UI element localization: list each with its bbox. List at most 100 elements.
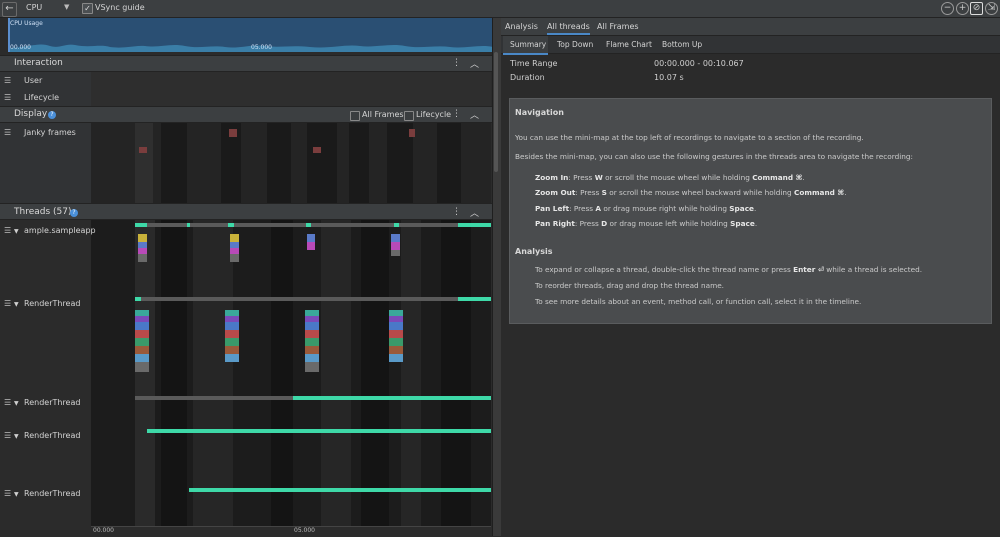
- janky-frames-graph: [91, 123, 491, 203]
- hint-text: .: [753, 204, 757, 213]
- minimap-label: CPU Usage: [10, 20, 43, 27]
- threads-graph: [91, 220, 491, 526]
- drag-handle-icon[interactable]: ☰: [4, 299, 11, 308]
- track-label: Janky frames: [24, 128, 76, 137]
- hint-key: Space: [729, 204, 754, 213]
- display-title: Display: [14, 109, 48, 119]
- threads-track[interactable]: [91, 220, 491, 526]
- expand-thread-icon[interactable]: ▼: [14, 400, 19, 407]
- duration-label: Duration: [510, 73, 545, 82]
- info-icon[interactable]: ?: [70, 209, 78, 217]
- hint-label: Zoom In: [535, 173, 569, 182]
- hint-label: Pan Left: [535, 204, 570, 213]
- expand-thread-icon[interactable]: ▼: [14, 433, 19, 440]
- pan-right-hint: Pan Right: Press D or drag mouse left wh…: [535, 219, 757, 228]
- all-frames-label: All Frames: [362, 110, 404, 119]
- subtab-flame-chart[interactable]: Flame Chart: [606, 40, 652, 49]
- hint-label: Pan Right: [535, 219, 575, 228]
- collapse-icon[interactable]: ︿: [470, 108, 479, 121]
- lifecycle-label: Lifecycle: [416, 110, 452, 119]
- zoom-out-hint: Zoom Out: Press S or scroll the mouse wh…: [535, 188, 847, 197]
- profiler-select[interactable]: CPU: [26, 3, 42, 12]
- interaction-title: Interaction: [14, 58, 63, 68]
- threads-title: Threads (57): [14, 207, 72, 217]
- collapse-icon[interactable]: ︿: [470, 57, 479, 70]
- subtab-top-down[interactable]: Top Down: [557, 40, 593, 49]
- hint-key: W: [594, 173, 603, 182]
- hint-text: or drag mouse left while holding: [607, 219, 731, 228]
- hint-key: Enter ⏎: [793, 265, 824, 274]
- chevron-down-icon[interactable]: ▼: [64, 3, 69, 11]
- expand-thread-icon[interactable]: ▼: [14, 228, 19, 235]
- lifecycle-checkbox[interactable]: [404, 111, 414, 121]
- more-options-icon[interactable]: ⋮: [452, 207, 461, 217]
- scrollbar-thumb[interactable]: [494, 52, 498, 172]
- interaction-header[interactable]: [0, 55, 492, 72]
- thread-label: ample.sampleapp: [24, 226, 96, 235]
- thread-label: RenderThread: [24, 299, 81, 308]
- minimap-tick: 05.000: [251, 44, 272, 51]
- time-range-label: Time Range: [510, 59, 558, 68]
- janky-frames-track[interactable]: [91, 123, 491, 203]
- interaction-track[interactable]: [91, 72, 491, 106]
- hint-text: .: [844, 188, 847, 197]
- help-text: Besides the mini-map, you can also use t…: [515, 152, 913, 161]
- hint-key: Command ⌘: [752, 173, 803, 182]
- thread-label: RenderThread: [24, 398, 81, 407]
- drag-handle-icon[interactable]: ☰: [4, 226, 11, 235]
- back-button[interactable]: ←: [2, 2, 17, 17]
- zoom-in-icon[interactable]: +: [956, 2, 969, 15]
- profiler-toolbar: [0, 0, 1000, 18]
- hint-text: or scroll the mouse wheel backward while…: [606, 188, 794, 197]
- drag-handle-icon[interactable]: ☰: [4, 398, 11, 407]
- drag-handle-icon[interactable]: ☰: [4, 128, 11, 137]
- thread-label: RenderThread: [24, 489, 81, 498]
- drag-handle-icon[interactable]: ☰: [4, 489, 11, 498]
- tab-analysis[interactable]: Analysis: [505, 22, 538, 31]
- help-text: You can use the mini-map at the top left…: [515, 133, 864, 142]
- subtab-summary[interactable]: Summary: [510, 40, 546, 49]
- hint-text: : Press: [569, 204, 596, 213]
- collapse-icon[interactable]: ︿: [470, 206, 479, 219]
- time-range-value: 00:00.000 - 00:10.067: [654, 59, 744, 68]
- attach-icon[interactable]: ⇲: [985, 2, 998, 15]
- track-label: Lifecycle: [24, 93, 60, 102]
- minimap-tick: 00.000: [10, 44, 31, 51]
- hint-key: Command ⌘: [793, 188, 845, 197]
- hint-text: or scroll the mouse wheel while holding: [602, 173, 753, 182]
- tab-all-threads[interactable]: All threads: [547, 22, 590, 35]
- hint-text: .: [802, 173, 805, 182]
- help-text: To expand or collapse a thread, double-c…: [535, 265, 922, 274]
- timeline-axis: [91, 526, 491, 537]
- zoom-out-icon[interactable]: −: [941, 2, 954, 15]
- hint-text: or drag mouse right while holding: [601, 204, 730, 213]
- all-frames-checkbox[interactable]: [350, 111, 360, 121]
- axis-tick: 00.000: [93, 527, 114, 534]
- subtab-bottom-up[interactable]: Bottom Up: [662, 40, 702, 49]
- hint-text: : Press: [575, 188, 602, 197]
- drag-handle-icon[interactable]: ☰: [4, 431, 11, 440]
- help-text: To see more details about an event, meth…: [535, 297, 862, 306]
- hint-text: To expand or collapse a thread, double-c…: [535, 265, 794, 274]
- drag-handle-icon[interactable]: ☰: [4, 93, 11, 102]
- expand-thread-icon[interactable]: ▼: [14, 301, 19, 308]
- more-options-icon[interactable]: ⋮: [452, 58, 461, 68]
- more-options-icon[interactable]: ⋮: [452, 109, 461, 119]
- hint-text: : Press: [568, 173, 595, 182]
- vsync-checkbox[interactable]: ✓: [82, 3, 93, 14]
- track-label: User: [24, 76, 43, 85]
- duration-value: 10.07 s: [654, 73, 684, 82]
- drag-handle-icon[interactable]: ☰: [4, 76, 11, 85]
- hint-key: Space: [730, 219, 755, 228]
- tab-all-frames[interactable]: All Frames: [597, 22, 639, 31]
- zoom-reset-icon[interactable]: ⊘: [970, 2, 983, 15]
- info-icon[interactable]: ?: [48, 111, 56, 119]
- hint-label: Zoom Out: [535, 188, 576, 197]
- thread-label: RenderThread: [24, 431, 81, 440]
- navigation-heading: Navigation: [515, 108, 564, 117]
- vsync-label: VSync guide: [95, 3, 145, 12]
- expand-thread-icon[interactable]: ▼: [14, 491, 19, 498]
- analysis-heading: Analysis: [515, 247, 553, 256]
- hint-text: : Press: [574, 219, 602, 228]
- help-text: To reorder threads, drag and drop the th…: [535, 281, 724, 290]
